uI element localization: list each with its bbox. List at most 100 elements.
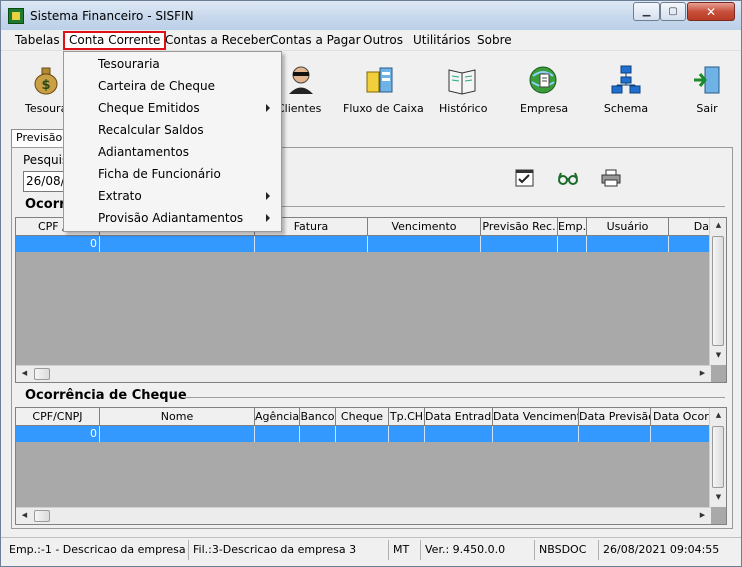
close-icon: ✕	[705, 4, 717, 19]
col-agencia[interactable]: Agência	[255, 408, 300, 425]
menu-item-label: Adiantamentos	[98, 145, 189, 159]
scroll-right-icon[interactable]: ▶	[694, 511, 711, 519]
col-data[interactable]: Da	[669, 218, 711, 235]
toolbar-historico-button[interactable]: Histórico	[439, 64, 488, 115]
row-cell[interactable]	[100, 236, 255, 252]
horizontal-scrollbar[interactable]: ◀ ▶	[16, 365, 711, 382]
menu-item-recalcular-saldos[interactable]: Recalcular Saldos	[65, 119, 280, 141]
row-cpf-cell[interactable]: 0	[16, 236, 100, 252]
scroll-up-icon[interactable]: ▲	[710, 221, 726, 229]
close-button[interactable]: ✕	[687, 2, 735, 21]
scroll-thumb[interactable]	[34, 510, 50, 522]
menu-conta-corrente[interactable]: Conta Corrente	[63, 31, 167, 50]
menu-item-label: Recalcular Saldos	[98, 123, 204, 137]
toolbar-tesouraria-button[interactable]: $ Tesouraria	[25, 64, 82, 115]
ocorrencia-cheque-grid[interactable]: CPF/CNPJ Nome Agência Banco Cheque Tp.CH…	[15, 407, 727, 525]
menu-item-ficha-funcionario[interactable]: Ficha de Funcionário	[65, 163, 280, 185]
col-usuario[interactable]: Usuário	[587, 218, 669, 235]
scroll-down-icon[interactable]: ▼	[710, 351, 726, 359]
submenu-arrow-icon	[266, 192, 270, 200]
glasses-icon[interactable]	[557, 169, 578, 187]
toolbar-historico-label: Histórico	[439, 102, 488, 115]
menu-item-label: Ficha de Funcionário	[98, 167, 221, 181]
app-window: Sistema Financeiro - SISFIN ▁ ▢ ✕ Tabela…	[0, 0, 742, 567]
vertical-scrollbar[interactable]: ▲ ▼	[709, 408, 726, 507]
row-cell[interactable]	[579, 426, 651, 442]
menu-item-extrato[interactable]: Extrato	[65, 185, 280, 207]
status-bar: Emp.:-1 - Descricao da empresa 1 Fil.:3-…	[1, 537, 741, 562]
toolbar-schema-button[interactable]: Schema	[603, 64, 649, 115]
row-cell[interactable]	[255, 426, 300, 442]
status-empresa: Emp.:-1 - Descricao da empresa 1	[5, 540, 189, 560]
ocorrencia-grid[interactable]: CPF / C Fatura Vencimento Previsão Rec. …	[15, 217, 727, 383]
status-uf: MT	[389, 540, 421, 560]
menu-item-label: Provisão Adiantamentos	[98, 211, 244, 225]
maximize-button[interactable]: ▢	[660, 2, 686, 21]
menu-item-label: Tesouraria	[98, 57, 160, 71]
checklist-icon[interactable]	[515, 169, 535, 187]
table-row[interactable]: 0	[16, 426, 711, 442]
row-cell[interactable]	[493, 426, 579, 442]
col-data-vencimento[interactable]: Data Vencimento	[493, 408, 579, 425]
row-cell[interactable]	[587, 236, 669, 252]
col-banco[interactable]: Banco	[300, 408, 336, 425]
col-vencimento[interactable]: Vencimento	[368, 218, 481, 235]
scroll-up-icon[interactable]: ▲	[710, 411, 726, 419]
scroll-down-icon[interactable]: ▼	[710, 493, 726, 501]
title-bar: Sistema Financeiro - SISFIN ▁ ▢ ✕	[1, 1, 741, 30]
status-sistema: NBSDOC	[535, 540, 599, 560]
col-nome[interactable]: Nome	[100, 408, 255, 425]
horizontal-scrollbar[interactable]: ◀ ▶	[16, 507, 711, 524]
row-cpf-cell[interactable]: 0	[16, 426, 100, 442]
book-icon	[446, 64, 478, 96]
row-cell[interactable]	[336, 426, 389, 442]
toolbar-clientes-button[interactable]: Clientes	[277, 64, 321, 115]
row-cell[interactable]	[100, 426, 255, 442]
menu-item-adiantamentos[interactable]: Adiantamentos	[65, 141, 280, 163]
scroll-thumb[interactable]	[712, 236, 724, 346]
table-row[interactable]: 0	[16, 236, 711, 252]
scroll-left-icon[interactable]: ◀	[16, 511, 33, 519]
menu-tabelas[interactable]: Tabelas	[13, 33, 62, 50]
col-data-entrada[interactable]: Data Entrada	[425, 408, 493, 425]
menu-item-provisao-adiantamentos[interactable]: Provisão Adiantamentos	[65, 207, 280, 229]
col-previsao-rec[interactable]: Previsão Rec.	[481, 218, 558, 235]
toolbar-sair-button[interactable]: Sair	[689, 64, 725, 115]
col-emp[interactable]: Emp.	[558, 218, 587, 235]
col-cpf-cnpj[interactable]: CPF/CNPJ	[16, 408, 100, 425]
exit-door-icon	[691, 64, 723, 96]
scroll-left-icon[interactable]: ◀	[16, 369, 33, 377]
tab-previsao[interactable]: Previsão de	[11, 129, 71, 147]
toolbar-sair-label: Sair	[696, 102, 718, 115]
toolbar-fluxo-caixa-button[interactable]: Fluxo de Caixa	[343, 64, 424, 115]
row-cell[interactable]	[255, 236, 368, 252]
row-cell[interactable]	[425, 426, 493, 442]
row-cell[interactable]	[300, 426, 336, 442]
menu-contas-a-pagar[interactable]: Contas a Pagar	[268, 33, 363, 50]
printer-icon[interactable]	[601, 169, 621, 187]
row-cell[interactable]	[389, 426, 425, 442]
scroll-thumb[interactable]	[34, 368, 50, 380]
menu-sobre[interactable]: Sobre	[475, 33, 514, 50]
vertical-scrollbar[interactable]: ▲ ▼	[709, 218, 726, 365]
col-data-previsao[interactable]: Data Previsão	[579, 408, 651, 425]
minimize-button[interactable]: ▁	[633, 2, 660, 21]
menu-item-carteira-cheque[interactable]: Carteira de Cheque	[65, 75, 280, 97]
toolbar-empresa-button[interactable]: Empresa	[520, 64, 568, 115]
menu-bar: Tabelas Conta Corrente Contas a Receber …	[1, 30, 741, 51]
row-cell[interactable]	[368, 236, 481, 252]
submenu-arrow-icon	[266, 214, 270, 222]
col-data-ocorrencia[interactable]: Data Ocorrê	[651, 408, 711, 425]
scroll-right-icon[interactable]: ▶	[694, 369, 711, 377]
row-cell[interactable]	[481, 236, 558, 252]
col-cheque[interactable]: Cheque	[336, 408, 389, 425]
scroll-thumb[interactable]	[712, 426, 724, 488]
menu-contas-a-receber[interactable]: Contas a Receber	[163, 33, 273, 50]
menu-item-tesouraria[interactable]: Tesouraria	[65, 53, 280, 75]
menu-item-cheque-emitidos[interactable]: Cheque Emitidos	[65, 97, 280, 119]
row-cell[interactable]	[558, 236, 587, 252]
col-tp-ch[interactable]: Tp.CH	[389, 408, 425, 425]
menu-utilitarios[interactable]: Utilitários	[411, 33, 472, 50]
menu-item-label: Cheque Emitidos	[98, 101, 200, 115]
menu-outros[interactable]: Outros	[361, 33, 405, 50]
